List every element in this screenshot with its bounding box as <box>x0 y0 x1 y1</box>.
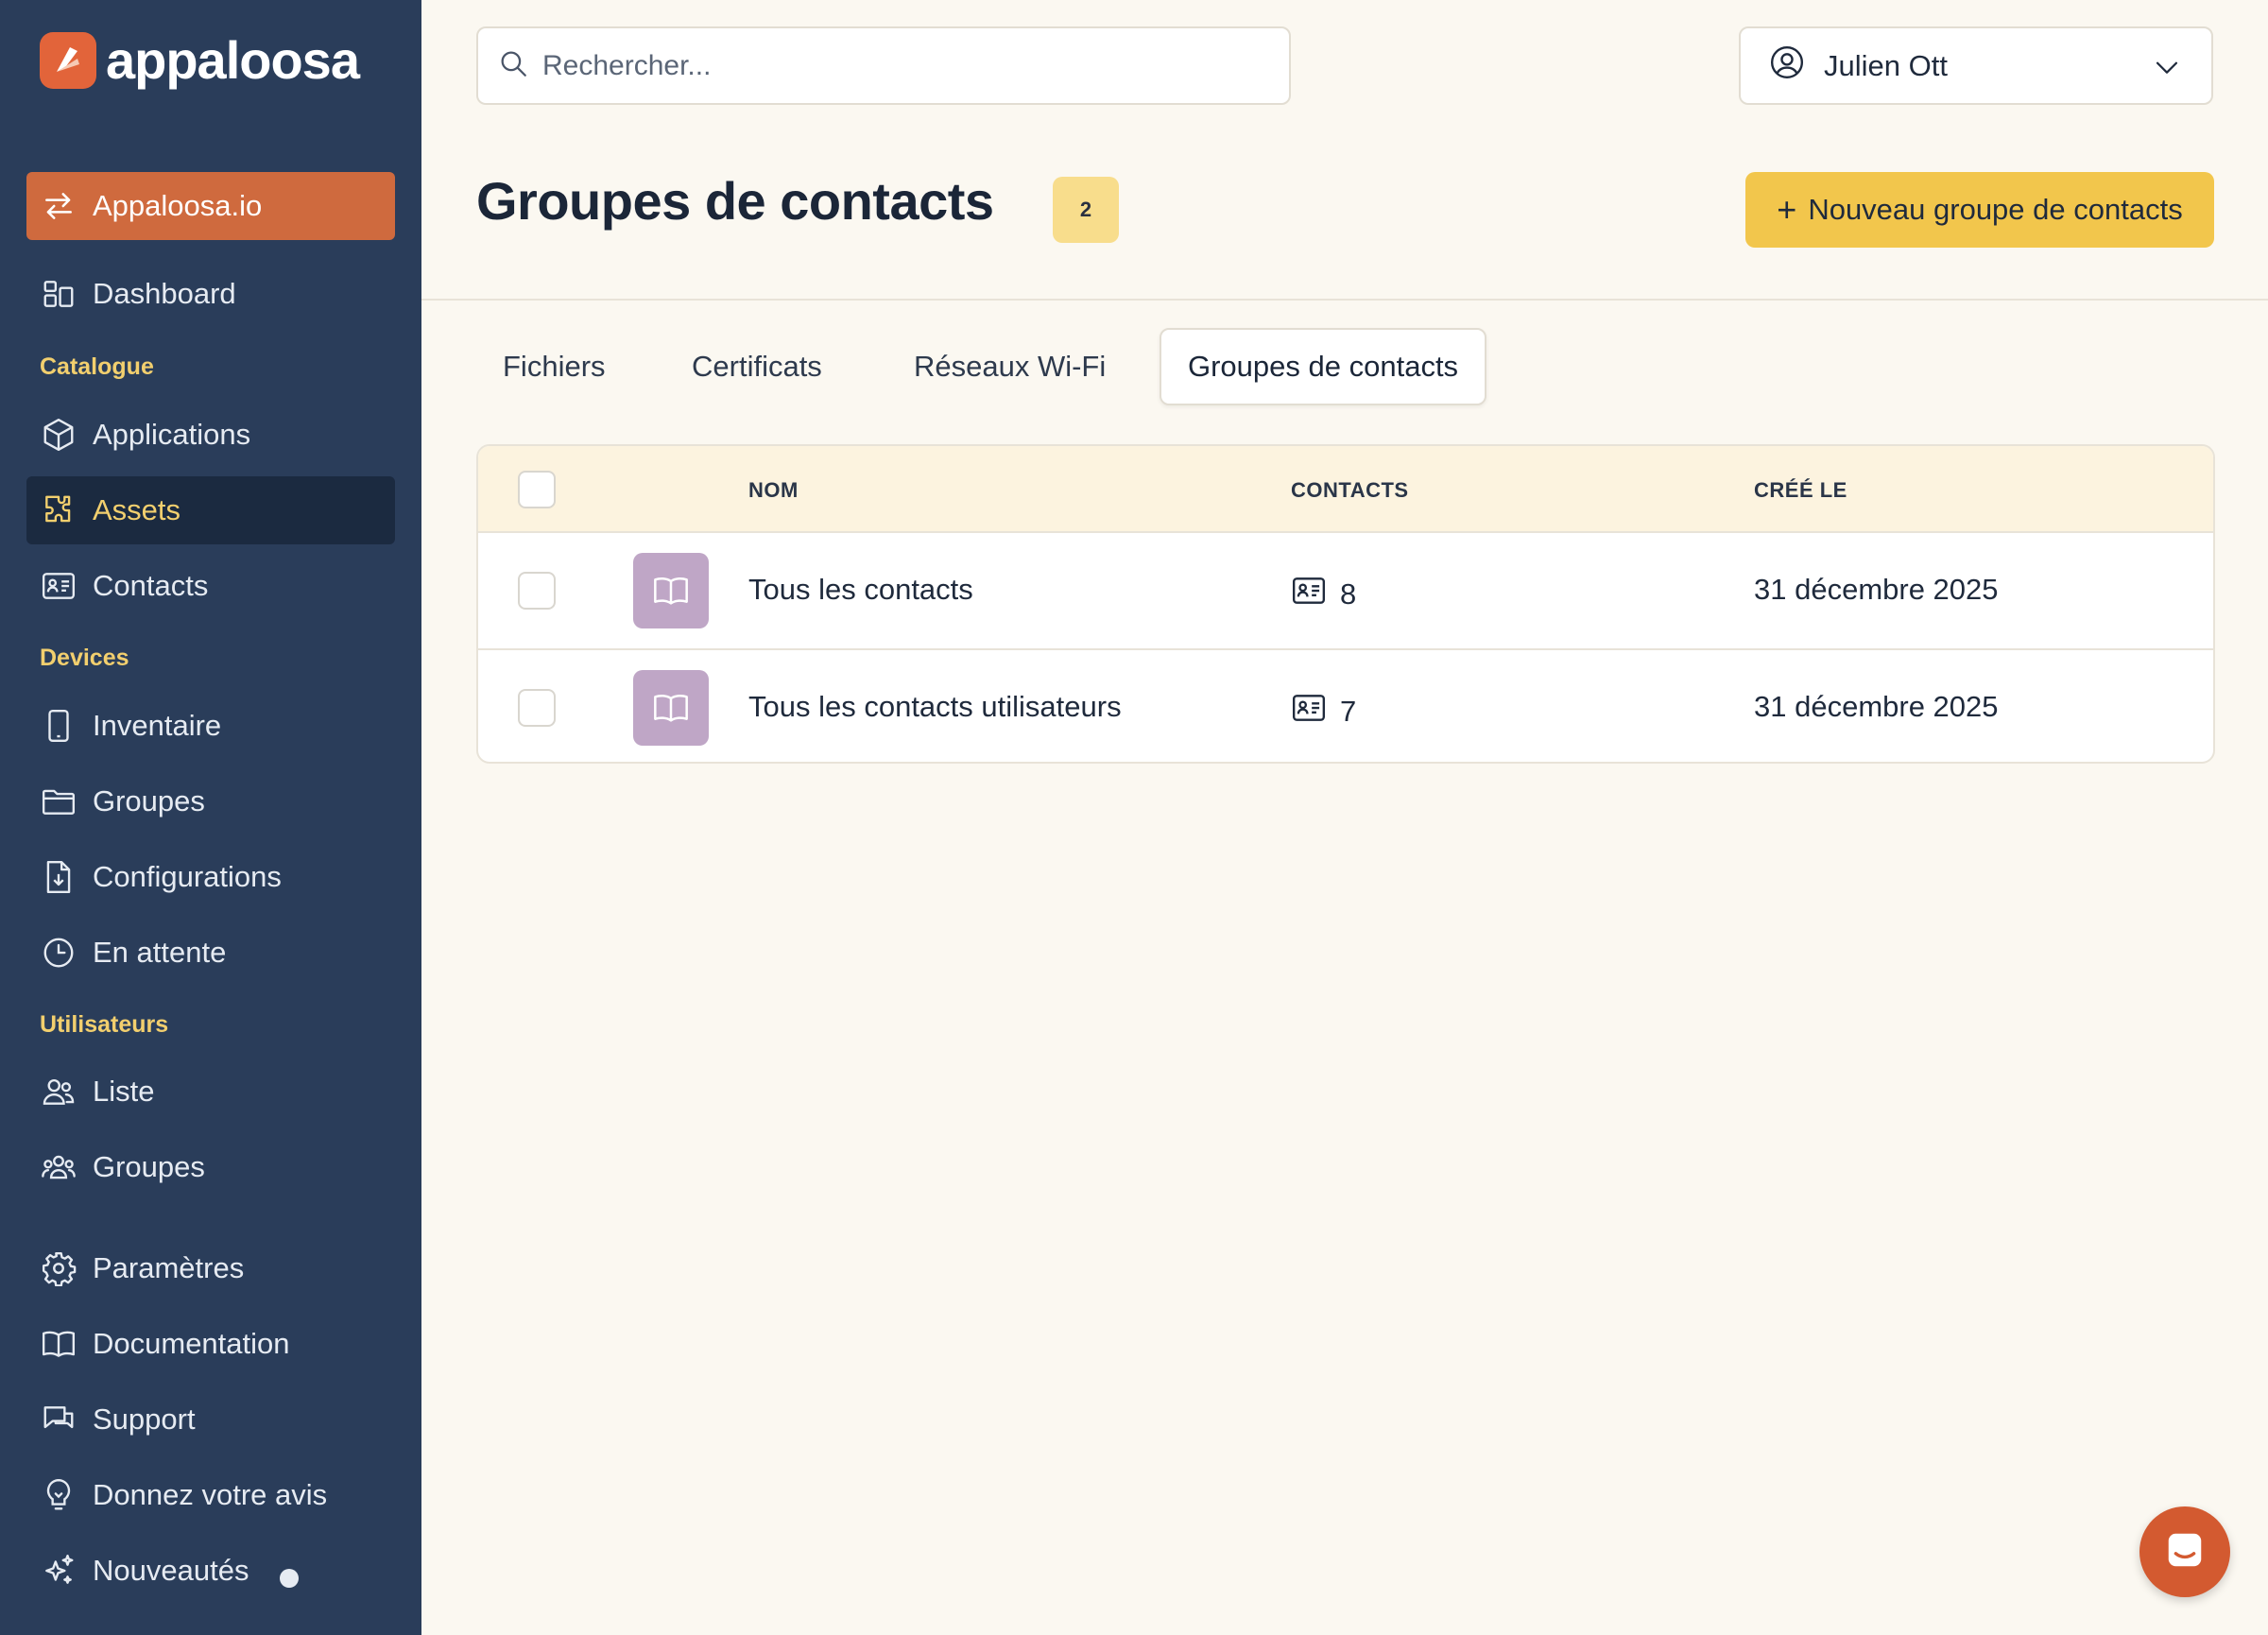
contact-groups-table: NOM CONTACTS CRÉÉ LE Tous les contacts 8… <box>476 444 2215 764</box>
book-icon <box>633 670 709 746</box>
count-badge: 2 <box>1053 177 1119 243</box>
app-logo[interactable]: appaloosa <box>40 30 360 90</box>
group-name[interactable]: Tous les contacts utilisateurs <box>748 690 1122 724</box>
plus-icon: + <box>1777 190 1797 229</box>
contact-card-icon <box>1291 690 1340 733</box>
sidebar-item-label: Liste <box>93 1075 155 1108</box>
sidebar-item-label: En attente <box>93 936 227 969</box>
sidebar-item-assets[interactable]: Assets <box>26 476 395 544</box>
sidebar-item-configurations[interactable]: Configurations <box>26 843 395 911</box>
switch-arrows-icon <box>40 187 77 225</box>
tab-fichiers[interactable]: Fichiers <box>476 328 632 405</box>
sidebar-item-label: Documentation <box>93 1327 290 1360</box>
lightbulb-icon <box>40 1476 77 1514</box>
sidebar-item-label: Dashboard <box>93 277 236 310</box>
sidebar-item-en-attente[interactable]: En attente <box>26 919 395 987</box>
gear-icon <box>40 1249 77 1287</box>
chevron-down-icon <box>2151 51 2183 91</box>
section-label-catalogue: Catalogue <box>40 353 154 380</box>
logo-text: appaloosa <box>106 30 360 90</box>
book-open-icon <box>40 1325 77 1363</box>
group-name[interactable]: Tous les contacts <box>748 573 973 607</box>
phone-icon <box>40 707 77 745</box>
chat-icon <box>2163 1528 2207 1576</box>
created-date: 31 décembre 2025 <box>1754 573 1999 606</box>
sidebar-item-label: Donnez votre avis <box>93 1478 328 1511</box>
chat-widget-button[interactable] <box>2139 1506 2230 1597</box>
tab-groupes-de-contacts[interactable]: Groupes de contacts <box>1160 328 1487 405</box>
column-header-name[interactable]: NOM <box>748 478 799 503</box>
contacts-count-value: 8 <box>1340 577 1357 611</box>
row-checkbox[interactable] <box>518 572 556 610</box>
column-header-created[interactable]: CRÉÉ LE <box>1754 478 1847 503</box>
users-icon <box>40 1073 77 1110</box>
sidebar-item-applications[interactable]: Applications <box>26 401 395 469</box>
select-all-checkbox[interactable] <box>518 471 556 508</box>
appaloosa-logo-icon <box>40 32 96 89</box>
dashboard-icon <box>40 275 77 313</box>
search-icon <box>497 47 542 84</box>
sidebar-item-label: Configurations <box>93 860 282 893</box>
sidebar-item-label: Contacts <box>93 569 209 602</box>
user-menu[interactable]: Julien Ott <box>1739 26 2213 105</box>
row-checkbox[interactable] <box>518 689 556 727</box>
contacts-count: 8 <box>1291 573 1356 616</box>
tab-reseaux-wifi[interactable]: Réseaux Wi-Fi <box>887 328 1132 405</box>
sidebar-item-feedback[interactable]: Donnez votre avis <box>26 1461 395 1529</box>
sidebar-item-dashboard[interactable]: Dashboard <box>26 260 395 328</box>
sidebar-item-liste[interactable]: Liste <box>26 1058 395 1126</box>
search-input[interactable] <box>542 49 1261 82</box>
new-contact-group-button[interactable]: + Nouveau groupe de contacts <box>1745 172 2214 248</box>
sidebar-item-contacts[interactable]: Contacts <box>26 552 395 620</box>
user-group-icon <box>40 1148 77 1186</box>
user-avatar-icon <box>1769 44 1805 88</box>
sidebar-item-documentation[interactable]: Documentation <box>26 1310 395 1378</box>
book-icon <box>633 553 709 628</box>
sidebar-item-groupes-users[interactable]: Groupes <box>26 1133 395 1201</box>
table-row[interactable]: Tous les contacts 8 31 décembre 2025 <box>478 533 2213 648</box>
new-contact-group-label: Nouveau groupe de contacts <box>1808 193 2183 226</box>
section-label-devices: Devices <box>40 645 129 671</box>
sidebar-item-label: Applications <box>93 418 251 451</box>
table-row[interactable]: Tous les contacts utilisateurs 7 31 déce… <box>478 648 2213 762</box>
user-name: Julien Ott <box>1824 48 1948 82</box>
sidebar-item-groupes-devices[interactable]: Groupes <box>26 767 395 835</box>
new-indicator-dot <box>280 1569 299 1588</box>
sidebar-item-label: Support <box>93 1403 196 1436</box>
contact-card-icon <box>40 567 77 605</box>
sparkles-icon <box>40 1552 77 1590</box>
sidebar-item-parametres[interactable]: Paramètres <box>26 1234 395 1302</box>
folder-icon <box>40 783 77 820</box>
sidebar-item-label: Inventaire <box>93 709 222 742</box>
page-title: Groupes de contacts <box>476 171 994 231</box>
sidebar-item-label: Paramètres <box>93 1251 245 1284</box>
chat-bubbles-icon <box>40 1401 77 1438</box>
sidebar-item-support[interactable]: Support <box>26 1385 395 1454</box>
contact-card-icon <box>1291 573 1340 616</box>
search-bar[interactable] <box>476 26 1291 105</box>
sidebar-item-inventaire[interactable]: Inventaire <box>26 692 395 760</box>
file-download-icon <box>40 858 77 896</box>
created-date: 31 décembre 2025 <box>1754 690 1999 723</box>
cube-icon <box>40 416 77 454</box>
contacts-count-value: 7 <box>1340 695 1357 728</box>
section-label-utilisateurs: Utilisateurs <box>40 1011 169 1038</box>
sidebar-item-label: Nouveautés <box>93 1554 249 1587</box>
puzzle-icon <box>40 491 77 529</box>
sidebar: appaloosa Appaloosa.io Dashboard Catalog… <box>0 0 421 1635</box>
tab-certificats[interactable]: Certificats <box>665 328 849 405</box>
contacts-count: 7 <box>1291 690 1356 733</box>
sidebar-item-label: Groupes <box>93 1150 205 1183</box>
sidebar-item-label: Groupes <box>93 784 205 818</box>
clock-icon <box>40 934 77 972</box>
sidebar-item-nouveautes[interactable]: Nouveautés <box>26 1537 395 1605</box>
table-header: NOM CONTACTS CRÉÉ LE <box>478 446 2213 533</box>
org-switcher[interactable]: Appaloosa.io <box>26 172 395 240</box>
header-divider <box>421 299 2268 301</box>
sidebar-item-label: Assets <box>93 493 181 526</box>
org-switcher-label: Appaloosa.io <box>93 189 263 222</box>
column-header-contacts[interactable]: CONTACTS <box>1291 478 1409 503</box>
